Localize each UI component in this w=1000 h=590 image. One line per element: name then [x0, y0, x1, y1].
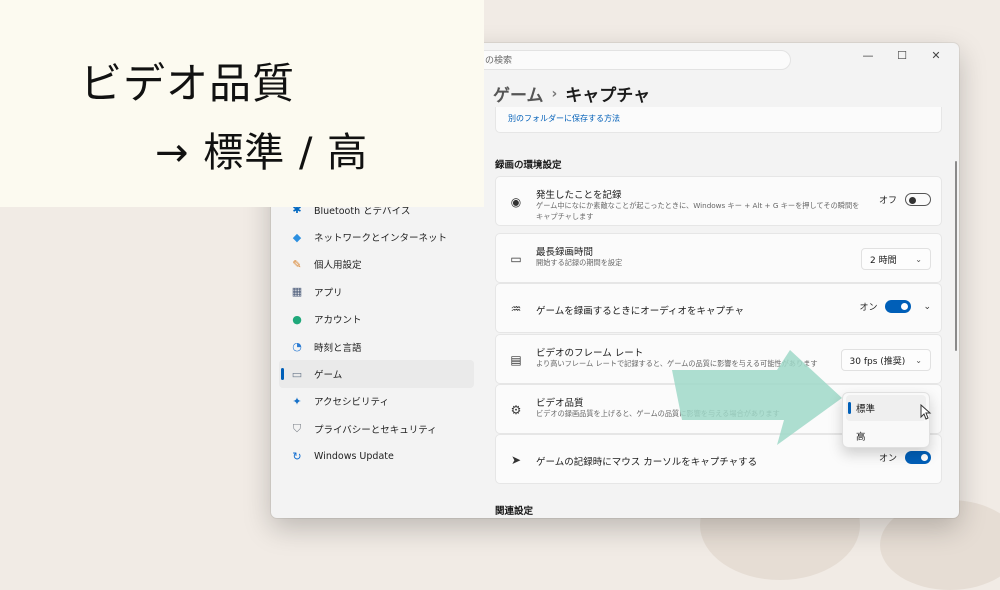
setting-title: ビデオ品質 [536, 398, 584, 409]
globe-clock-icon: ◔ [292, 340, 302, 354]
dropdown-value: 2 時間 [870, 255, 897, 266]
setting-dropdown[interactable]: 2 時間 ⌄ [861, 248, 931, 270]
chevron-down-icon: ⌄ [915, 254, 922, 264]
setting-title: ビデオのフレーム レート [536, 348, 644, 359]
chevron-down-icon: ⌄ [915, 355, 922, 365]
sidebar-item-label: 個人用設定 [314, 260, 362, 272]
sidebar-item-label: ネットワークとインターネット [314, 233, 448, 245]
breadcrumb: ゲーム › キャプチャ [493, 81, 651, 107]
sidebar-item-label: アプリ [314, 287, 343, 299]
windows-update-icon: ↻ [292, 449, 302, 463]
setting-title: ゲームを録画するときにオーディオをキャプチャ [536, 306, 744, 317]
apps-icon: ▦ [291, 285, 303, 299]
search-input[interactable]: の検索 [475, 50, 791, 70]
accessibility-icon: ✦ [292, 394, 302, 408]
video-quality-icon: ⚙ [510, 403, 522, 417]
toggle-state-label: オフ [878, 196, 897, 206]
gamepad-icon: ▭ [291, 367, 303, 381]
close-button[interactable]: ✕ [919, 43, 953, 67]
caption-overlay: ビデオ品質 → 標準 / 高 [0, 0, 484, 207]
toggle-switch[interactable] [905, 193, 931, 206]
sidebar-item-label: ゲーム [314, 370, 343, 382]
toggle-switch[interactable] [885, 300, 912, 313]
mouse-cursor-icon: ➤ [510, 453, 522, 467]
toggle-state-label: オン [859, 303, 878, 313]
sidebar-item[interactable]: ● アカウント [279, 306, 474, 333]
sidebar-item[interactable]: ◔ 時刻と言語 [279, 333, 474, 360]
sidebar-item[interactable]: ✎ 個人用設定 [279, 251, 474, 278]
setting-description: 開始する記録の期間を設定 [536, 258, 623, 267]
wifi-icon: ◆ [292, 230, 302, 244]
section-title-related: 関連設定 [495, 506, 534, 517]
fps-icon: ▤ [510, 353, 522, 367]
sidebar-item[interactable]: ▦ アプリ [279, 278, 474, 305]
audio-wave-icon: ♒ [510, 302, 522, 316]
sidebar-item[interactable]: ↻ Windows Update [279, 443, 474, 470]
video-quality-dropdown-menu: 標準 高 [842, 392, 930, 448]
minimize-button[interactable]: — [851, 43, 885, 67]
sidebar: ✱ Bluetooth とデバイス ◆ ネットワークとインターネット ✎ 個人用設定 ▦ アプ… [279, 196, 474, 470]
setting-card[interactable]: ♒ ゲームを録画するときにオーディオをキャプチャ オン ⌄ [495, 283, 942, 333]
sidebar-item[interactable]: ▭ ゲーム [279, 360, 474, 388]
setting-card[interactable]: ▭ 最長録画時間 開始する記録の期間を設定 2 時間 ⌄ [495, 233, 942, 283]
dropdown-value: 30 fps (推奨) [849, 356, 906, 367]
save-folder-link[interactable]: 別のフォルダーに保存する方法 [495, 107, 942, 133]
video-camera-icon: ▭ [510, 252, 522, 266]
section-title-recording: 録画の環境設定 [495, 160, 562, 171]
scrollbar[interactable] [955, 161, 957, 351]
setting-title: 最長録画時間 [536, 247, 594, 258]
toggle-group: オフ [879, 193, 931, 206]
setting-card[interactable]: ◉ 発生したことを記録 ゲーム中になにか素敵なことが起こったときに、Windows … [495, 176, 942, 226]
quality-option-high[interactable]: 高 [846, 423, 926, 449]
setting-description: ゲーム中になにか素敵なことが起こったときに、Windows キー + Alt +… [536, 201, 860, 221]
mouse-pointer-icon [920, 404, 932, 420]
page-title: キャプチャ [565, 86, 651, 106]
setting-title: ゲームの記録時にマウス カーソルをキャプチャする [536, 457, 758, 468]
toggle-state-label: オン [878, 454, 897, 464]
sidebar-item-label: Windows Update [314, 450, 394, 462]
caption-subtitle: → 標準 / 高 [155, 130, 369, 176]
chevron-down-icon[interactable]: ⌄ [923, 302, 931, 312]
pointer-arrow-icon [672, 350, 842, 445]
sidebar-item-label: 時刻と言語 [314, 342, 362, 354]
breadcrumb-parent[interactable]: ゲーム [493, 81, 544, 106]
account-icon: ● [292, 312, 302, 326]
toggle-switch[interactable] [905, 451, 931, 464]
toggle-group: オン [879, 451, 931, 464]
brush-icon: ✎ [292, 257, 302, 271]
sidebar-item-label: プライバシーとセキュリティ [314, 424, 437, 436]
sidebar-item[interactable]: ⛉ プライバシーとセキュリティ [279, 415, 474, 442]
maximize-button[interactable]: ☐ [885, 43, 919, 67]
sidebar-item-label: アクセシビリティ [314, 397, 389, 409]
sidebar-item-label: アカウント [314, 315, 362, 327]
breadcrumb-separator-icon: › [551, 85, 558, 102]
setting-title: 発生したことを記録 [536, 190, 622, 201]
sidebar-item[interactable]: ◆ ネットワークとインターネット [279, 223, 474, 250]
sidebar-item[interactable]: ✦ アクセシビリティ [279, 388, 474, 415]
window-controls: — ☐ ✕ [851, 43, 953, 67]
toggle-group: オン ⌄ [859, 300, 931, 313]
caption-title: ビデオ品質 [80, 59, 296, 108]
shield-icon: ⛉ [292, 421, 302, 435]
quality-option-standard[interactable]: 標準 [846, 395, 926, 421]
record-icon: ◉ [510, 195, 522, 209]
setting-dropdown[interactable]: 30 fps (推奨) ⌄ [840, 349, 931, 371]
